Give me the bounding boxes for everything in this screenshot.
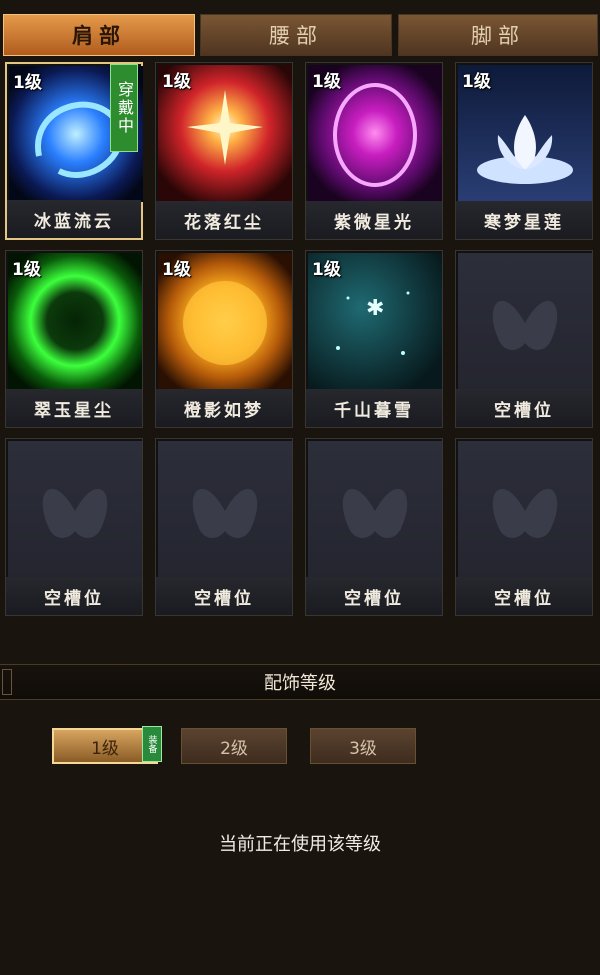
accessory-level-header: 配饰等级 <box>0 664 600 700</box>
item-level: 1级 <box>462 72 491 92</box>
level-button-2[interactable]: 2级 <box>181 728 287 764</box>
level-label: 2级 <box>220 738 248 759</box>
item-name: 空槽位 <box>456 577 592 615</box>
empty-slot-card[interactable]: 空槽位 <box>305 438 443 616</box>
level-button-3[interactable]: 3级 <box>310 728 416 764</box>
item-level: 1级 <box>162 260 191 280</box>
svg-text:✱: ✱ <box>366 296 384 321</box>
item-level: 1级 <box>13 73 42 93</box>
accessory-card[interactable]: 1级 穿戴中 冰蓝流云 <box>5 62 143 240</box>
item-name: 空槽位 <box>306 577 442 615</box>
item-level: 1级 <box>312 72 341 92</box>
worn-badge: 穿戴中 <box>110 64 138 152</box>
accessory-card[interactable]: 1级 橙影如梦 <box>155 250 293 428</box>
empty-slot-card[interactable]: 空槽位 <box>455 438 593 616</box>
butterfly-placeholder-icon <box>458 441 592 577</box>
item-name: 空槽位 <box>456 389 592 427</box>
butterfly-placeholder-icon <box>308 441 442 577</box>
level-label: 3级 <box>349 738 377 759</box>
section-title: 配饰等级 <box>264 673 336 694</box>
level-button-1[interactable]: 1级 装备 <box>52 726 162 764</box>
butterfly-placeholder-icon <box>458 253 592 389</box>
item-name: 空槽位 <box>156 577 292 615</box>
item-name: 寒梦星莲 <box>456 201 592 239</box>
item-level: 1级 <box>312 260 341 280</box>
item-name: 紫微星光 <box>306 201 442 239</box>
status-message: 当前正在使用该等级 <box>219 834 381 855</box>
item-name: 花落红尘 <box>156 201 292 239</box>
tab-shoulder[interactable]: 肩部 <box>3 14 195 56</box>
item-name: 冰蓝流云 <box>7 200 141 238</box>
empty-slot-card[interactable]: 空槽位 <box>455 250 593 428</box>
accessory-card[interactable]: 1级 寒梦星莲 <box>455 62 593 240</box>
level-label: 1级 <box>91 738 119 759</box>
item-level: 1级 <box>162 72 191 92</box>
butterfly-placeholder-icon <box>8 441 142 577</box>
accessory-card[interactable]: 1级 花落红尘 <box>155 62 293 240</box>
item-name: 千山暮雪 <box>306 389 442 427</box>
tab-feet[interactable]: 脚部 <box>398 14 598 56</box>
empty-slot-card[interactable]: 空槽位 <box>155 438 293 616</box>
accessory-card[interactable]: 1级 翠玉星尘 <box>5 250 143 428</box>
accessory-card[interactable]: 1级 紫微星光 <box>305 62 443 240</box>
header-ornament <box>2 669 12 695</box>
slot-tab-bar: 肩部 腰部 脚部 <box>0 14 600 58</box>
item-level: 1级 <box>12 260 41 280</box>
item-name: 空槽位 <box>6 577 142 615</box>
tab-waist[interactable]: 腰部 <box>200 14 392 56</box>
equipped-badge: 装备 <box>142 726 162 762</box>
item-name: 翠玉星尘 <box>6 389 142 427</box>
empty-slot-card[interactable]: 空槽位 <box>5 438 143 616</box>
accessory-card[interactable]: ✱ 1级 千山暮雪 <box>305 250 443 428</box>
item-name: 橙影如梦 <box>156 389 292 427</box>
butterfly-placeholder-icon <box>158 441 292 577</box>
